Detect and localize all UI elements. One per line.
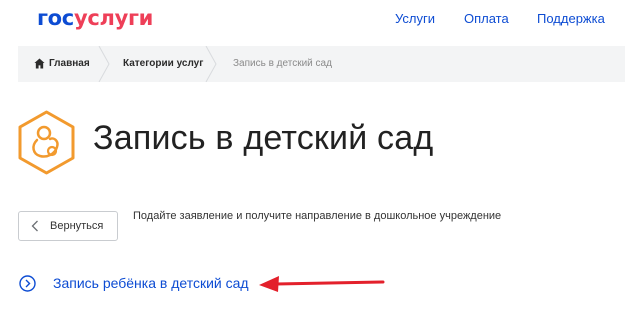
- service-description: Подайте заявление и получите направление…: [133, 210, 502, 222]
- nav-link-payment[interactable]: Оплата: [464, 11, 509, 26]
- gosuslugi-logo[interactable]: госуслуги: [37, 6, 153, 30]
- chevron-left-icon: [31, 220, 38, 232]
- back-button[interactable]: Вернуться: [18, 211, 118, 241]
- home-icon: [34, 58, 45, 69]
- breadcrumb-separator: [205, 46, 217, 82]
- logo-part-gos: гос: [37, 6, 74, 30]
- red-arrow-left-icon: [259, 276, 385, 292]
- breadcrumb-separator: [98, 46, 110, 82]
- breadcrumb: Главная Категории услуг Запись в детский…: [18, 46, 625, 82]
- pacifier-hexagon-icon: [18, 110, 75, 175]
- logo-part-uslugi: услуги: [73, 6, 154, 30]
- nav-link-support[interactable]: Поддержка: [537, 11, 605, 26]
- breadcrumb-current: Запись в детский сад: [233, 58, 332, 69]
- breadcrumb-categories[interactable]: Категории услуг: [123, 46, 203, 82]
- enroll-child-link[interactable]: Запись ребёнка в детский сад: [53, 275, 249, 291]
- back-button-label: Вернуться: [50, 220, 104, 232]
- chevron-right-circle-icon[interactable]: [19, 275, 36, 292]
- breadcrumb-home[interactable]: Главная: [49, 46, 90, 82]
- page-title: Запись в детский сад: [93, 119, 434, 157]
- nav-link-services[interactable]: Услуги: [395, 11, 435, 26]
